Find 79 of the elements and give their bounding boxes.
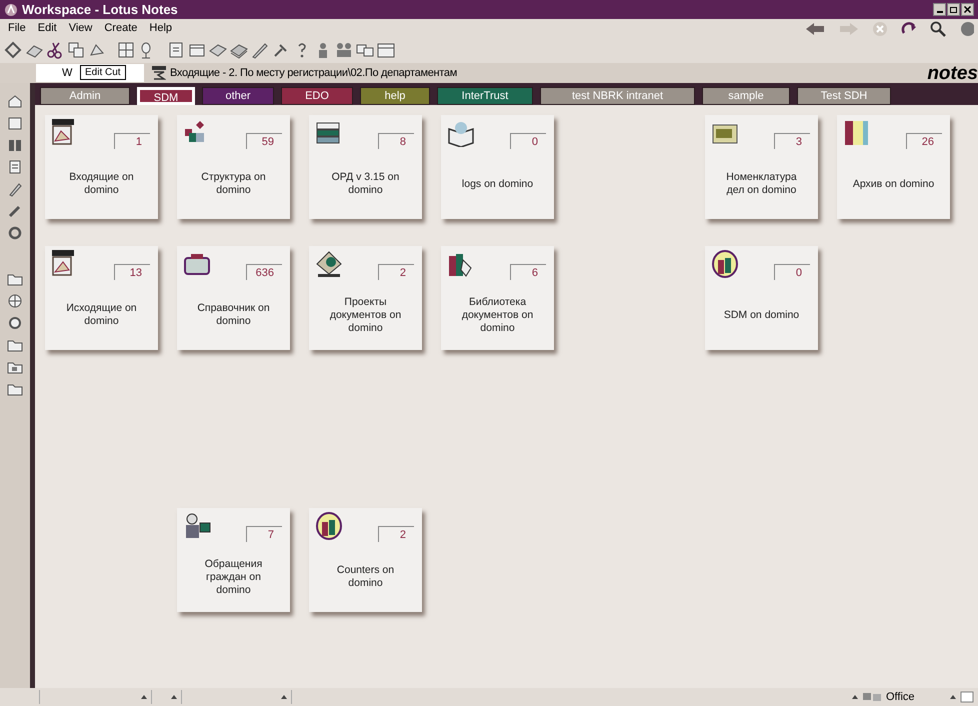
database-tile[interactable]: 7 Обращения граждан on domino: [177, 508, 290, 612]
tile-label: Архив on domino: [852, 176, 936, 192]
database-tile[interactable]: 636 Справочник on domino: [177, 246, 290, 350]
tile-label: SDM on domino: [722, 308, 800, 322]
menu-item[interactable]: File: [8, 20, 26, 36]
tile-label: Проекты документов on domino: [328, 294, 402, 336]
tile-label: Обращения граждан on domino: [204, 556, 264, 598]
menu-item[interactable]: Create: [104, 20, 138, 36]
database-tile[interactable]: 26 Архив on domino: [837, 115, 950, 219]
database-tile[interactable]: 6 Библиотека документов on domino: [441, 246, 554, 350]
menu-item[interactable]: View: [68, 20, 92, 36]
tab[interactable]: InterTrust: [437, 87, 533, 105]
restore-button[interactable]: [947, 3, 960, 16]
tooltip: Edit Cut: [80, 65, 126, 80]
tile-label: Исходящие on domino: [65, 301, 138, 329]
tab[interactable]: help: [360, 87, 430, 105]
tab[interactable]: other: [202, 87, 274, 105]
grid-icon[interactable]: [117, 41, 135, 59]
database-tile[interactable]: 0 logs on domino: [441, 115, 554, 219]
count-box: 0: [774, 264, 810, 280]
tile-label: Справочник on domino: [196, 301, 271, 329]
menu-item[interactable]: Help: [149, 20, 172, 36]
back-icon[interactable]: [804, 21, 826, 37]
caret-icon[interactable]: [281, 694, 287, 700]
tile-label: Структура on domino: [200, 170, 267, 198]
tile-label: logs on domino: [460, 176, 534, 192]
count-box: 7: [246, 526, 282, 542]
person-icon: [183, 512, 211, 540]
window-icon[interactable]: [377, 41, 395, 59]
count-box: 0: [510, 133, 546, 149]
search-icon[interactable]: [930, 21, 946, 37]
minimize-button[interactable]: [933, 3, 946, 16]
caret-icon[interactable]: [950, 694, 956, 700]
database-tile[interactable]: 3 Номенклатура дел on domino: [705, 115, 818, 219]
tile-label: Входящие on domino: [68, 170, 135, 198]
minimize-icon: [936, 11, 942, 13]
database-tile[interactable]: 1 Входящие on domino: [45, 115, 158, 219]
pen-icon[interactable]: [7, 181, 23, 199]
diamond-icon[interactable]: [4, 41, 22, 59]
tile-label: ОРД v 3.15 on domino: [330, 170, 400, 198]
database-tile[interactable]: 8 ОРД v 3.15 on domino: [309, 115, 422, 219]
count-box: 2: [378, 264, 414, 280]
scissors-icon[interactable]: [46, 41, 64, 59]
close-icon: [964, 6, 971, 13]
database-tile[interactable]: 2 Проекты документов on domino: [309, 246, 422, 350]
tab[interactable]: SDM: [137, 87, 195, 105]
caret-icon[interactable]: [141, 694, 147, 700]
restore-icon: [950, 6, 957, 12]
count-box: 8: [378, 133, 414, 149]
caret-icon[interactable]: [171, 694, 177, 700]
count-box: 13: [114, 264, 150, 280]
database-tile[interactable]: 59 Структура on domino: [177, 115, 290, 219]
tile-label: Библиотека документов on domino: [460, 294, 534, 336]
menu-item[interactable]: Edit: [38, 20, 57, 36]
database-tile[interactable]: 0 SDM on domino: [705, 246, 818, 350]
pen-icon[interactable]: [251, 41, 269, 59]
copy-icon[interactable]: [67, 41, 85, 59]
binder-icon: [843, 119, 871, 147]
breadcrumb: Входящие - 2. По месту регистрации\02.По департаментам: [170, 66, 457, 81]
window-title: Workspace - Lotus Notes: [22, 0, 178, 19]
app-icon: [4, 2, 18, 16]
count-box: 6: [510, 264, 546, 280]
tab[interactable]: EDO: [281, 87, 353, 105]
location-text[interactable]: Office: [886, 688, 946, 706]
database-tile[interactable]: 13 Исходящие on domino: [45, 246, 158, 350]
page-icon[interactable]: [167, 41, 185, 59]
count-box: 636: [246, 264, 282, 280]
sum-icon: [152, 66, 166, 80]
count-box: 2: [378, 526, 414, 542]
notes-logo: notes: [927, 64, 978, 82]
tile-label: Номенклатура дел on domino: [725, 170, 798, 198]
count-box: 1: [114, 133, 150, 149]
tile-label: Counters on domino: [336, 563, 396, 591]
count-box: 3: [774, 133, 810, 149]
close-button[interactable]: [961, 3, 974, 16]
caret-icon[interactable]: [852, 694, 858, 700]
count-box: 26: [906, 133, 942, 149]
count-box: 59: [246, 133, 282, 149]
database-tile[interactable]: 2 Counters on domino: [309, 508, 422, 612]
